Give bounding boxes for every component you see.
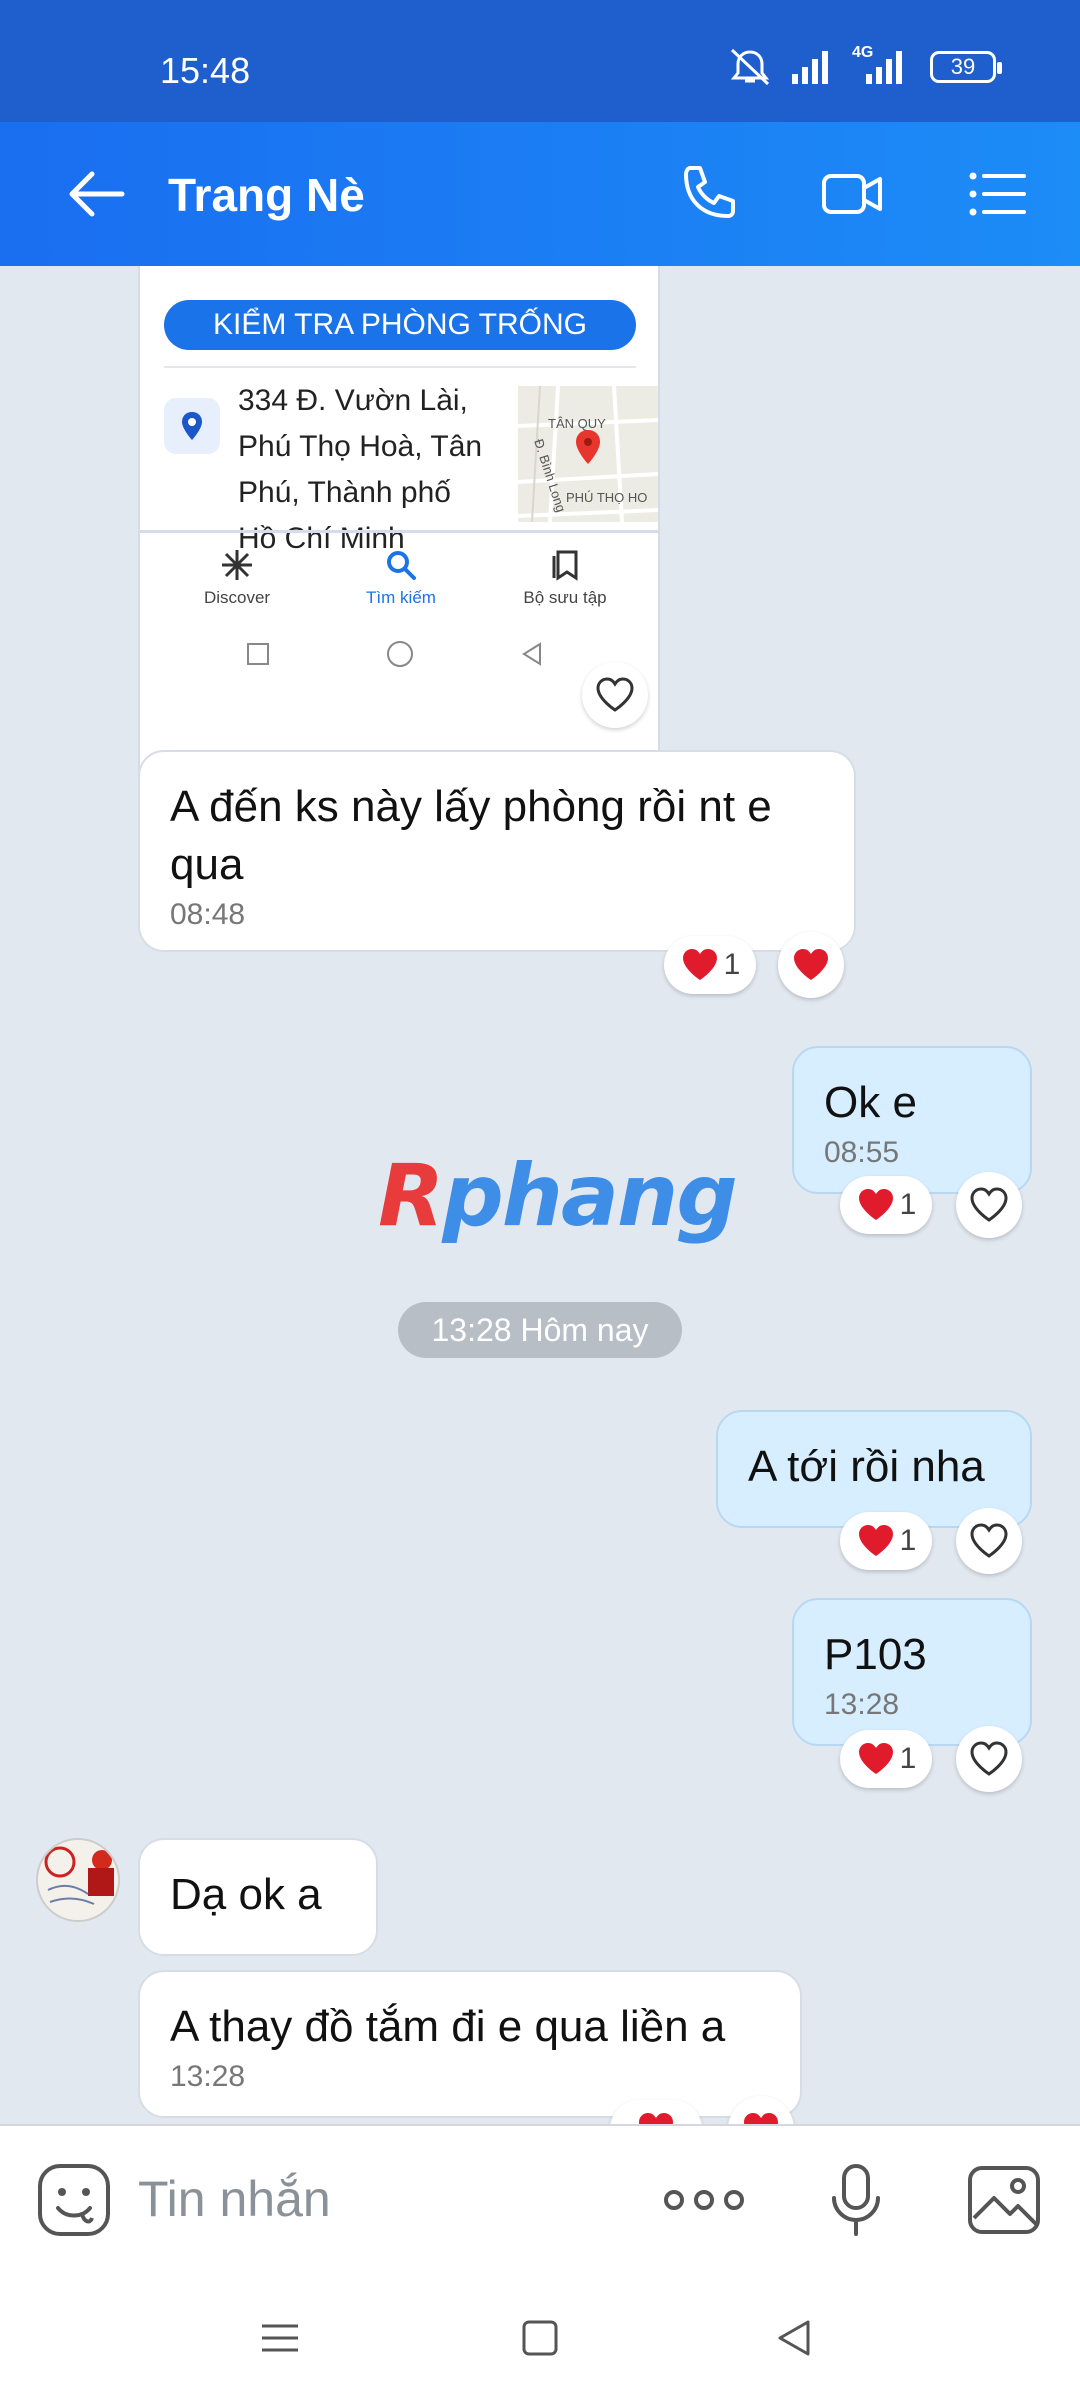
microphone-icon[interactable] (818, 2162, 894, 2238)
contact-name[interactable]: Trang Nè (168, 168, 365, 222)
system-navigation-bar (0, 2270, 1080, 2400)
home-icon[interactable] (510, 2308, 570, 2368)
chat-header: Trang Nè (0, 122, 1080, 266)
nav-search: Tìm kiếm (326, 548, 476, 608)
heart-filled-icon (639, 2113, 673, 2124)
card-bottom-divider (140, 530, 658, 533)
phone-call-icon[interactable] (676, 162, 740, 226)
message-time: 08:55 (824, 1136, 900, 1169)
card-system-nav (247, 641, 541, 667)
react-heart-button[interactable] (956, 1508, 1022, 1574)
recent-apps-icon[interactable] (250, 2308, 310, 2368)
nav-discover: Discover (162, 548, 312, 608)
message-bubble-outgoing[interactable]: P103 13:28 (792, 1598, 1032, 1746)
signal-4g-icon: 4G (852, 44, 912, 84)
heart-outline-icon (970, 1523, 1008, 1558)
heart-outline-icon (596, 677, 634, 712)
message-bubble-incoming[interactable]: Dạ ok a (138, 1838, 378, 1956)
reaction-count[interactable]: 1 (840, 1730, 932, 1788)
heart-filled-icon (858, 1743, 893, 1774)
watermark-logo: Rphang (378, 1146, 738, 1246)
map-thumbnail: TÂN QUY Đ. Bình Long PHÚ THỌ HO (518, 386, 658, 522)
reaction-count[interactable] (610, 2100, 702, 2124)
message-text: A đến ks này lấy phòng rồi nt e qua (170, 782, 772, 889)
sparkle-icon (222, 550, 252, 580)
heart-filled-icon (858, 1189, 893, 1220)
nav-collection: Bộ sưu tập (490, 548, 640, 608)
message-input[interactable]: Tin nhắn (138, 2170, 331, 2228)
bookmark-icon (552, 550, 578, 581)
react-heart-button[interactable] (956, 1172, 1022, 1238)
react-heart-button[interactable] (956, 1726, 1022, 1792)
message-text: A tới rồi nha (748, 1442, 985, 1491)
message-input-bar: Tin nhắn (0, 2124, 1080, 2270)
search-icon (387, 551, 416, 580)
message-time: 13:28 (824, 1688, 900, 1721)
heart-filled-icon (858, 1525, 893, 1556)
contact-avatar[interactable] (36, 1838, 120, 1922)
heart-outline-icon (970, 1187, 1008, 1222)
message-bubble-incoming[interactable]: A thay đồ tắm đi e qua liền a 13:28 (138, 1970, 802, 2118)
react-heart-button[interactable] (778, 932, 844, 998)
address-text: 334 Đ. Vườn Lài, Phú Thọ Hoà, Tân Phú, T… (238, 384, 483, 555)
video-call-icon[interactable] (820, 162, 884, 226)
message-text: P103 (824, 1630, 927, 1679)
emoji-sticker-icon[interactable] (36, 2162, 112, 2238)
heart-filled-icon (744, 2113, 778, 2124)
check-room-button: KIỂM TRA PHÒNG TRỐNG (164, 300, 636, 350)
status-bar: 15:48 4G 39 (0, 0, 1080, 122)
heart-filled-icon (682, 949, 717, 980)
message-text: A thay đồ tắm đi e qua liền a (170, 2002, 726, 2051)
message-text: Ok e (824, 1078, 917, 1127)
reaction-count[interactable]: 1 (664, 936, 756, 994)
reaction-count[interactable]: 1 (840, 1512, 932, 1570)
more-options-icon[interactable] (662, 2162, 746, 2238)
status-time: 15:48 (160, 50, 251, 91)
date-separator: 13:28 Hôm nay (398, 1302, 682, 1358)
chat-messages[interactable]: KIỂM TRA PHÒNG TRỐNG 334 Đ. Vườn Lài, Ph… (0, 266, 1080, 2124)
heart-outline-icon (970, 1741, 1008, 1776)
heart-filled-icon (794, 949, 828, 980)
react-heart-button[interactable] (582, 662, 648, 728)
message-time: 13:28 (170, 2060, 246, 2093)
image-gallery-icon[interactable] (966, 2162, 1042, 2238)
mute-icon (730, 48, 770, 86)
menu-list-icon[interactable] (966, 162, 1030, 226)
status-icons: 4G 39 (728, 44, 1002, 86)
card-divider (164, 366, 636, 368)
battery-icon: 39 (930, 51, 1002, 83)
back-arrow-icon[interactable] (64, 164, 128, 224)
location-pin-icon (164, 398, 220, 454)
back-nav-icon[interactable] (766, 2308, 826, 2368)
reaction-count[interactable]: 1 (840, 1176, 932, 1234)
message-text: Dạ ok a (170, 1870, 322, 1919)
message-time: 08:48 (170, 898, 246, 931)
message-bubble-incoming[interactable]: A đến ks này lấy phòng rồi nt e qua 08:4… (138, 750, 856, 952)
signal-icon (792, 51, 828, 84)
